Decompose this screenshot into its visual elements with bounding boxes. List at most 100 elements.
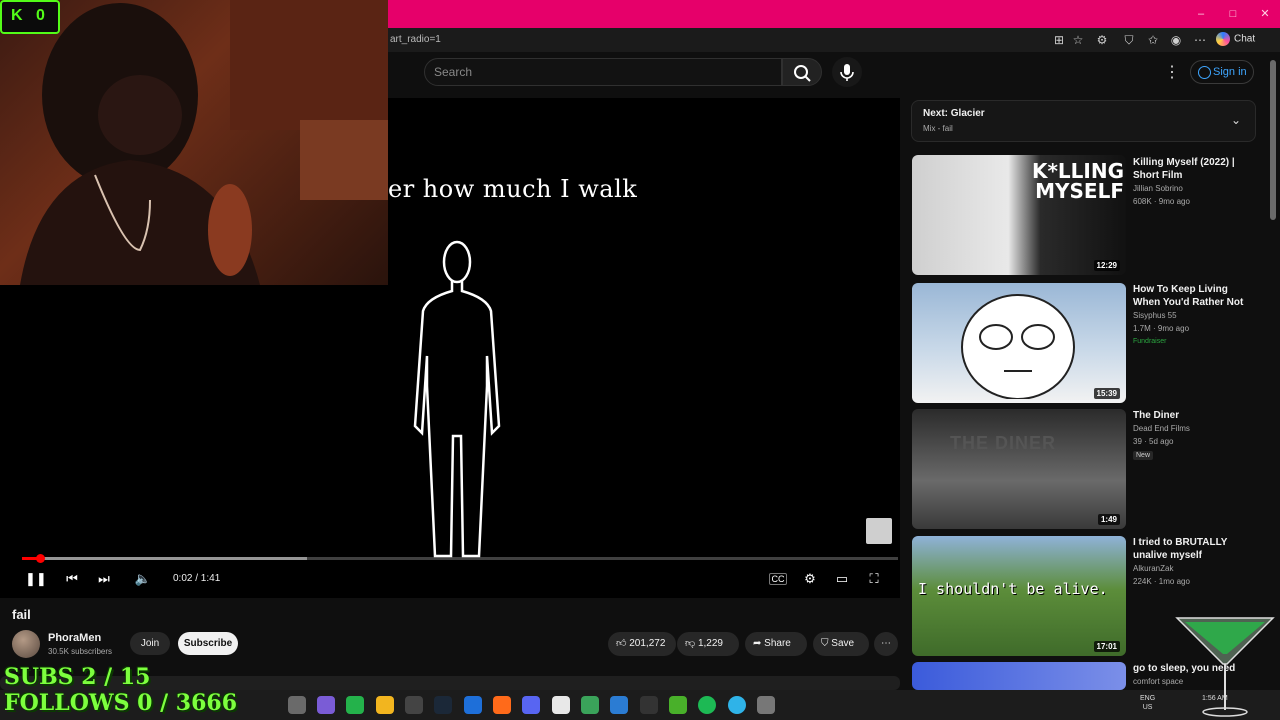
- search-input[interactable]: [424, 58, 782, 86]
- favorite-star-icon[interactable]: ☆: [1070, 32, 1086, 48]
- taskbar-app-icon[interactable]: [493, 696, 511, 714]
- recommendation-meta: 1.7M · 9mo ago: [1133, 324, 1190, 333]
- region-code: US: [1142, 704, 1153, 711]
- minimize-icon[interactable]: –: [1193, 6, 1209, 22]
- follows-goal: FOLLOWS 0 / 3666: [4, 690, 238, 716]
- up-next-panel[interactable]: [911, 100, 1256, 142]
- face-drawing: [961, 294, 1075, 399]
- extensions-icon[interactable]: ⚙: [1094, 32, 1110, 48]
- taskbar-app-icon[interactable]: [581, 696, 599, 714]
- taskbar-app-icon[interactable]: [288, 696, 306, 714]
- settings-app-icon[interactable]: [757, 696, 775, 714]
- taskbar-app-icon[interactable]: [640, 696, 658, 714]
- settings-gear-icon[interactable]: ⚙: [801, 571, 819, 587]
- recommendation-meta: 39 · 5d ago: [1133, 437, 1174, 446]
- recommendation-meta: 224K · 1mo ago: [1133, 577, 1190, 586]
- more-icon[interactable]: ⋯: [1192, 32, 1208, 48]
- steam-icon[interactable]: [434, 696, 452, 714]
- spotify-icon[interactable]: [698, 696, 716, 714]
- thumbs-down-icon: 👎︎: [685, 638, 698, 649]
- video-duration: 1:49: [1097, 514, 1120, 525]
- dislike-button[interactable]: 👎︎ 1,229: [677, 632, 739, 656]
- voice-search-button[interactable]: [832, 57, 862, 87]
- chevron-down-icon[interactable]: ⌄: [1231, 113, 1241, 127]
- fullscreen-icon[interactable]: ⛶: [865, 571, 883, 587]
- join-button[interactable]: Join: [130, 632, 170, 655]
- maximize-icon[interactable]: □: [1225, 6, 1241, 22]
- video-frame-text: er how much I walk: [388, 175, 638, 203]
- favorites-icon[interactable]: ✩: [1145, 32, 1161, 48]
- taskbar-app-icon[interactable]: [552, 696, 570, 714]
- recommendation-thumbnail[interactable]: 15:39: [912, 283, 1126, 403]
- recommendation-channel[interactable]: Sisyphus 55: [1133, 311, 1177, 320]
- progress-scrubber[interactable]: [35, 554, 45, 563]
- taskbar-app-icon[interactable]: [464, 696, 482, 714]
- taskbar-clock[interactable]: 1:56 AM: [1202, 694, 1228, 703]
- copilot-icon: [1216, 32, 1230, 46]
- recommendation-channel[interactable]: Dead End Films: [1133, 424, 1190, 433]
- channel-name[interactable]: PhoraMen: [48, 632, 101, 644]
- close-icon[interactable]: ✕: [1257, 6, 1273, 22]
- profile-icon[interactable]: ◉: [1168, 32, 1184, 48]
- split-screen-icon[interactable]: ⊞: [1051, 32, 1067, 48]
- recommendation-title[interactable]: I tried to BRUTALLY unalive myself: [1133, 536, 1255, 562]
- subtitles-icon[interactable]: CC: [769, 573, 787, 585]
- mic-icon: [840, 64, 854, 81]
- recommendation-title[interactable]: Killing Myself (2022) | Short Film: [1133, 156, 1255, 182]
- save-button[interactable]: ⛉ Save: [813, 632, 869, 656]
- next-icon[interactable]: ⏭: [95, 571, 113, 587]
- subscribe-button[interactable]: Subscribe: [178, 632, 238, 655]
- recommendation-thumbnail[interactable]: [912, 662, 1126, 690]
- shield-icon[interactable]: ⛉: [1121, 32, 1137, 48]
- thumbs-up-icon: 👍︎: [616, 638, 630, 649]
- fundraiser-badge: Fundraiser: [1133, 338, 1167, 345]
- pause-icon[interactable]: ❚❚: [25, 571, 47, 587]
- volume-icon[interactable]: 🔈: [134, 571, 152, 587]
- page-scrollbar[interactable]: [1270, 60, 1276, 220]
- taskbar-app-icon[interactable]: [346, 696, 364, 714]
- file-explorer-icon[interactable]: [376, 696, 394, 714]
- recommendation-thumbnail[interactable]: THE DINER 1:49: [912, 409, 1126, 529]
- dislike-count: 1,229: [697, 638, 723, 649]
- search-placeholder: Search: [434, 65, 473, 79]
- thumbnail-text: K*LLING MYSELF: [1031, 159, 1124, 203]
- recommendation-title[interactable]: How To Keep Living When You'd Rather Not: [1133, 283, 1255, 309]
- more-actions-icon[interactable]: ⋯: [874, 632, 898, 656]
- taskbar-app-icon[interactable]: [610, 696, 628, 714]
- theater-mode-icon[interactable]: ▭: [833, 571, 851, 587]
- taskbar-app-icon[interactable]: [405, 696, 423, 714]
- kick-follower-badge: [0, 0, 60, 34]
- video-duration: 17:01: [1093, 641, 1120, 652]
- up-next-subtitle: Mix - fail: [923, 124, 953, 133]
- recommendation-channel[interactable]: AlkuranZak: [1133, 564, 1173, 573]
- stick-figure-drawing: [413, 240, 501, 558]
- share-icon: ➦: [753, 638, 765, 649]
- kick-viewer-count: 0: [36, 7, 45, 24]
- language-indicator[interactable]: ENG US: [1140, 694, 1155, 712]
- recommendation-thumbnail[interactable]: K*LLING MYSELF 12:29: [912, 155, 1126, 275]
- thumbnail-text: THE DINER: [950, 433, 1057, 453]
- copilot-chat-button[interactable]: Chat: [1216, 32, 1255, 46]
- recommendation-title[interactable]: The Diner: [1133, 409, 1255, 422]
- sign-in-button[interactable]: Sign in: [1190, 60, 1254, 84]
- search-button[interactable]: [782, 58, 822, 86]
- save-label: Save: [831, 638, 855, 649]
- channel-watermark[interactable]: [866, 518, 892, 544]
- sign-in-label: Sign in: [1213, 66, 1247, 78]
- settings-menu-icon[interactable]: ⋮: [1164, 62, 1180, 82]
- recommendation-thumbnail[interactable]: I shouldn't be alive. 17:01: [912, 536, 1126, 656]
- taskbar-app-icon[interactable]: [317, 696, 335, 714]
- subscriber-count: 30.5K subscribers: [48, 647, 113, 656]
- channel-avatar[interactable]: [12, 630, 40, 658]
- share-button[interactable]: ➦ Share: [745, 632, 807, 656]
- like-button[interactable]: 👍︎ 201,272: [608, 632, 676, 656]
- progress-buffer: [22, 557, 307, 560]
- thumbnail-text: I shouldn't be alive.: [918, 580, 1108, 598]
- previous-icon[interactable]: ⏮: [63, 571, 81, 587]
- recommendation-channel[interactable]: Jillian Sobrino: [1133, 184, 1183, 193]
- discord-icon[interactable]: [522, 696, 540, 714]
- minecraft-icon[interactable]: [669, 696, 687, 714]
- account-icon: [1198, 66, 1211, 79]
- url-text[interactable]: art_radio=1: [390, 34, 441, 45]
- edge-browser-icon[interactable]: [728, 696, 746, 714]
